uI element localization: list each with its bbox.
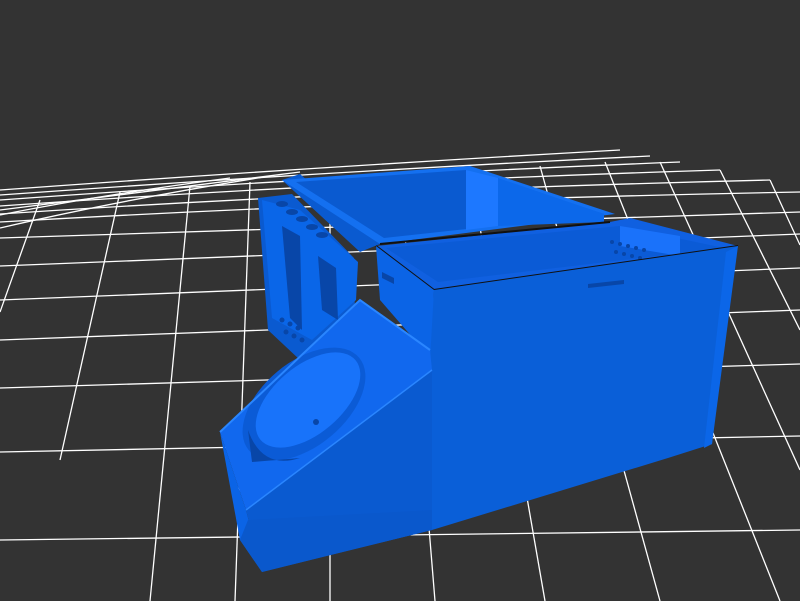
back-box-inner-wall <box>466 170 498 230</box>
ramp-front-bottom <box>240 510 432 572</box>
model-mesh[interactable] <box>219 166 739 572</box>
vent-hole <box>610 240 614 244</box>
grid-line <box>149 185 191 601</box>
hole <box>296 216 308 222</box>
grid-line <box>59 191 121 461</box>
hole <box>299 337 305 343</box>
hole <box>316 232 328 238</box>
hole <box>283 329 289 335</box>
grid-line <box>0 199 41 313</box>
hole <box>276 201 288 207</box>
hole <box>306 224 318 230</box>
hole <box>286 209 298 215</box>
hole <box>295 325 301 331</box>
vent-hole <box>622 252 626 256</box>
vent-hole <box>618 242 622 246</box>
vent-hole <box>614 250 618 254</box>
vent-hole <box>630 254 634 258</box>
vent-hole <box>626 244 630 248</box>
hole <box>287 321 293 327</box>
recess-pin-hole <box>313 419 319 425</box>
front-box-front-face <box>430 246 738 530</box>
hole <box>279 317 285 323</box>
grid-line <box>0 177 231 216</box>
vent-hole <box>642 248 646 252</box>
scene-svg <box>0 149 800 601</box>
hole <box>291 333 297 339</box>
3d-viewport[interactable] <box>0 0 800 601</box>
vent-hole <box>634 246 638 250</box>
